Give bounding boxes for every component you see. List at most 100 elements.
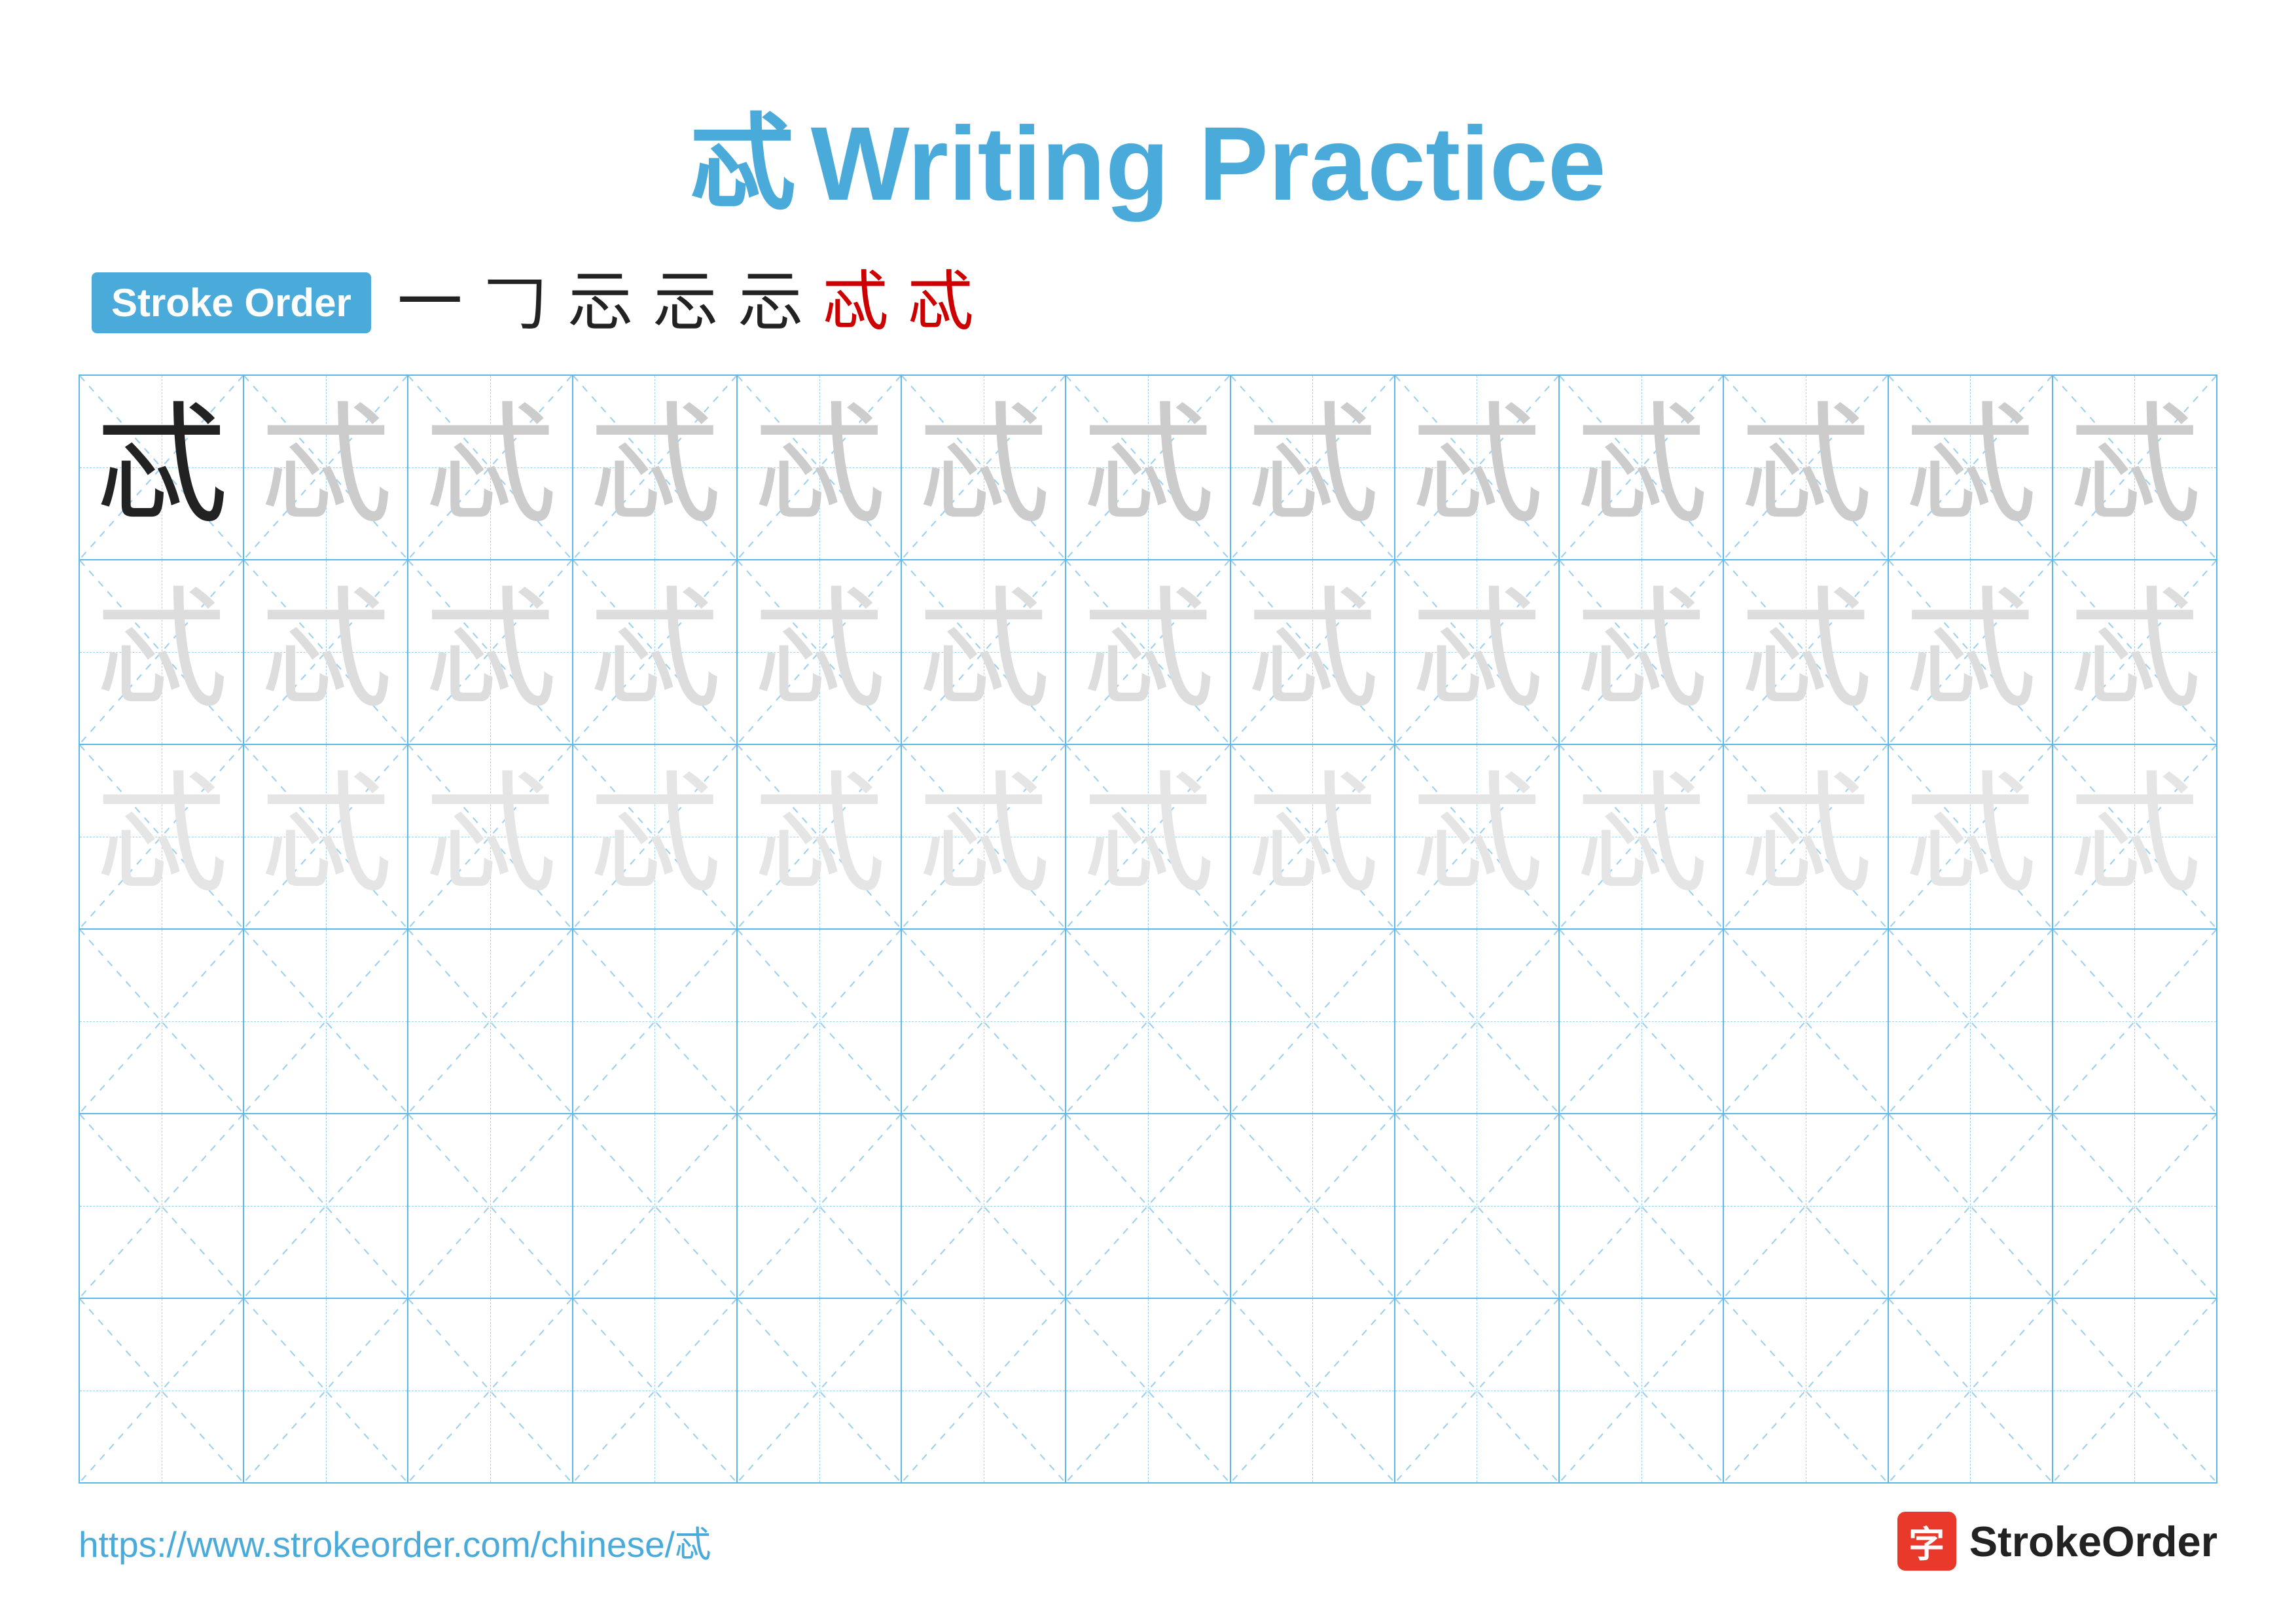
grid-cell[interactable]: 忒 bbox=[1724, 376, 1888, 559]
grid-cell[interactable] bbox=[1889, 930, 2053, 1113]
grid-cell[interactable]: 忒 bbox=[2053, 745, 2216, 928]
grid-cell[interactable]: 忒 bbox=[2053, 376, 2216, 559]
grid-cell[interactable]: 忒 bbox=[244, 745, 408, 928]
practice-char-guide: 忒 bbox=[1083, 587, 1213, 718]
grid-cell[interactable] bbox=[1560, 1114, 1724, 1298]
grid-cell[interactable] bbox=[1066, 1114, 1230, 1298]
grid-cell[interactable] bbox=[1395, 1114, 1560, 1298]
grid-cell[interactable]: 忒 bbox=[1066, 560, 1230, 744]
grid-cell[interactable] bbox=[1724, 1299, 1888, 1482]
practice-char-guide: 忒 bbox=[425, 771, 556, 902]
grid-cell[interactable]: 忒 bbox=[1889, 560, 2053, 744]
grid-cell[interactable] bbox=[1395, 1299, 1560, 1482]
practice-char-guide: 忒 bbox=[260, 587, 391, 718]
grid-cell[interactable]: 忒 bbox=[738, 376, 902, 559]
grid-cell[interactable] bbox=[573, 930, 738, 1113]
grid-cell[interactable]: 忒 bbox=[80, 560, 244, 744]
grid-cell[interactable] bbox=[1889, 1299, 2053, 1482]
practice-char-guide: 忒 bbox=[1576, 402, 1707, 533]
grid-cell[interactable] bbox=[2053, 930, 2216, 1113]
grid-cell[interactable]: 忒 bbox=[244, 376, 408, 559]
practice-char-guide: 忒 bbox=[1576, 771, 1707, 902]
grid-cell[interactable] bbox=[80, 1114, 244, 1298]
grid-cell[interactable]: 忒 bbox=[1395, 560, 1560, 744]
grid-cell[interactable]: 忒 bbox=[244, 560, 408, 744]
grid-cell[interactable]: 忒 bbox=[1889, 376, 2053, 559]
grid-cell[interactable]: 忒 bbox=[408, 560, 573, 744]
grid-cell[interactable]: 忒 bbox=[408, 745, 573, 928]
grid-cell[interactable]: 忒 bbox=[573, 560, 738, 744]
grid-cell[interactable] bbox=[1889, 1114, 2053, 1298]
grid-cell[interactable] bbox=[902, 1114, 1066, 1298]
grid-cell[interactable] bbox=[573, 1114, 738, 1298]
grid-cell[interactable] bbox=[408, 930, 573, 1113]
grid-cell[interactable] bbox=[1724, 1114, 1888, 1298]
stroke-order-section: Stroke Order 一 𠃌 忈 忈 忈 忒 忒 bbox=[92, 270, 2217, 335]
grid-cell[interactable]: 忒 bbox=[408, 376, 573, 559]
grid-cell[interactable] bbox=[1066, 930, 1230, 1113]
grid-cell[interactable]: 忒 bbox=[902, 376, 1066, 559]
grid-cell[interactable] bbox=[902, 930, 1066, 1113]
grid-cell[interactable]: 忒 bbox=[1724, 560, 1888, 744]
grid-cell[interactable] bbox=[2053, 1299, 2216, 1482]
stroke-7: 忒 bbox=[908, 270, 973, 335]
grid-cell[interactable] bbox=[1724, 930, 1888, 1113]
grid-cell[interactable] bbox=[1231, 930, 1395, 1113]
practice-char-guide: 忒 bbox=[260, 771, 391, 902]
grid-cell[interactable] bbox=[1231, 1114, 1395, 1298]
grid-cell[interactable] bbox=[1560, 1299, 1724, 1482]
footer-url: https://www.strokeorder.com/chinese/忒 bbox=[79, 1515, 711, 1567]
grid-cell[interactable] bbox=[1066, 1299, 1230, 1482]
practice-char-guide: 忒 bbox=[589, 587, 720, 718]
practice-char-dark: 忒 bbox=[96, 402, 227, 533]
grid-cell[interactable] bbox=[1560, 930, 1724, 1113]
grid-cell[interactable]: 忒 bbox=[1395, 376, 1560, 559]
grid-cell[interactable]: 忒 bbox=[1560, 376, 1724, 559]
grid-cell[interactable] bbox=[2053, 1114, 2216, 1298]
grid-cell[interactable]: 忒 bbox=[1231, 560, 1395, 744]
grid-row-6 bbox=[80, 1299, 2216, 1482]
grid-cell[interactable]: 忒 bbox=[1395, 745, 1560, 928]
grid-cell[interactable] bbox=[244, 1114, 408, 1298]
grid-cell[interactable]: 忒 bbox=[2053, 560, 2216, 744]
practice-char-guide: 忒 bbox=[1740, 402, 1871, 533]
grid-cell[interactable]: 忒 bbox=[80, 745, 244, 928]
practice-char-guide: 忒 bbox=[2069, 587, 2200, 718]
grid-cell[interactable] bbox=[738, 1114, 902, 1298]
grid-cell[interactable]: 忒 bbox=[738, 560, 902, 744]
grid-cell[interactable]: 忒 bbox=[80, 376, 244, 559]
grid-cell[interactable]: 忒 bbox=[1231, 745, 1395, 928]
grid-cell[interactable]: 忒 bbox=[902, 560, 1066, 744]
grid-cell[interactable]: 忒 bbox=[1889, 745, 2053, 928]
grid-cell[interactable]: 忒 bbox=[1231, 376, 1395, 559]
grid-cell[interactable] bbox=[738, 930, 902, 1113]
grid-cell[interactable]: 忒 bbox=[1560, 745, 1724, 928]
grid-cell[interactable] bbox=[244, 930, 408, 1113]
grid-cell[interactable] bbox=[573, 1299, 738, 1482]
footer: https://www.strokeorder.com/chinese/忒 字 … bbox=[79, 1512, 2217, 1571]
stroke-3: 忈 bbox=[567, 270, 633, 335]
stroke-order-badge: Stroke Order bbox=[92, 272, 371, 333]
grid-cell[interactable] bbox=[408, 1299, 573, 1482]
grid-cell[interactable] bbox=[1395, 930, 1560, 1113]
grid-cell[interactable]: 忒 bbox=[1066, 376, 1230, 559]
grid-cell[interactable] bbox=[902, 1299, 1066, 1482]
practice-char-guide: 忒 bbox=[1576, 587, 1707, 718]
grid-cell[interactable]: 忒 bbox=[738, 745, 902, 928]
grid-cell[interactable]: 忒 bbox=[1724, 745, 1888, 928]
grid-cell[interactable] bbox=[408, 1114, 573, 1298]
grid-cell[interactable] bbox=[1231, 1299, 1395, 1482]
grid-cell[interactable]: 忒 bbox=[1066, 745, 1230, 928]
grid-cell[interactable] bbox=[80, 930, 244, 1113]
practice-char-guide: 忒 bbox=[1247, 402, 1378, 533]
grid-cell[interactable] bbox=[244, 1299, 408, 1482]
grid-cell[interactable]: 忒 bbox=[573, 376, 738, 559]
grid-cell[interactable]: 忒 bbox=[902, 745, 1066, 928]
grid-cell[interactable]: 忒 bbox=[1560, 560, 1724, 744]
practice-char-guide: 忒 bbox=[1740, 771, 1871, 902]
practice-char-guide: 忒 bbox=[260, 402, 391, 533]
practice-char-guide: 忒 bbox=[1905, 587, 2036, 718]
grid-cell[interactable] bbox=[738, 1299, 902, 1482]
grid-cell[interactable] bbox=[80, 1299, 244, 1482]
grid-cell[interactable]: 忒 bbox=[573, 745, 738, 928]
